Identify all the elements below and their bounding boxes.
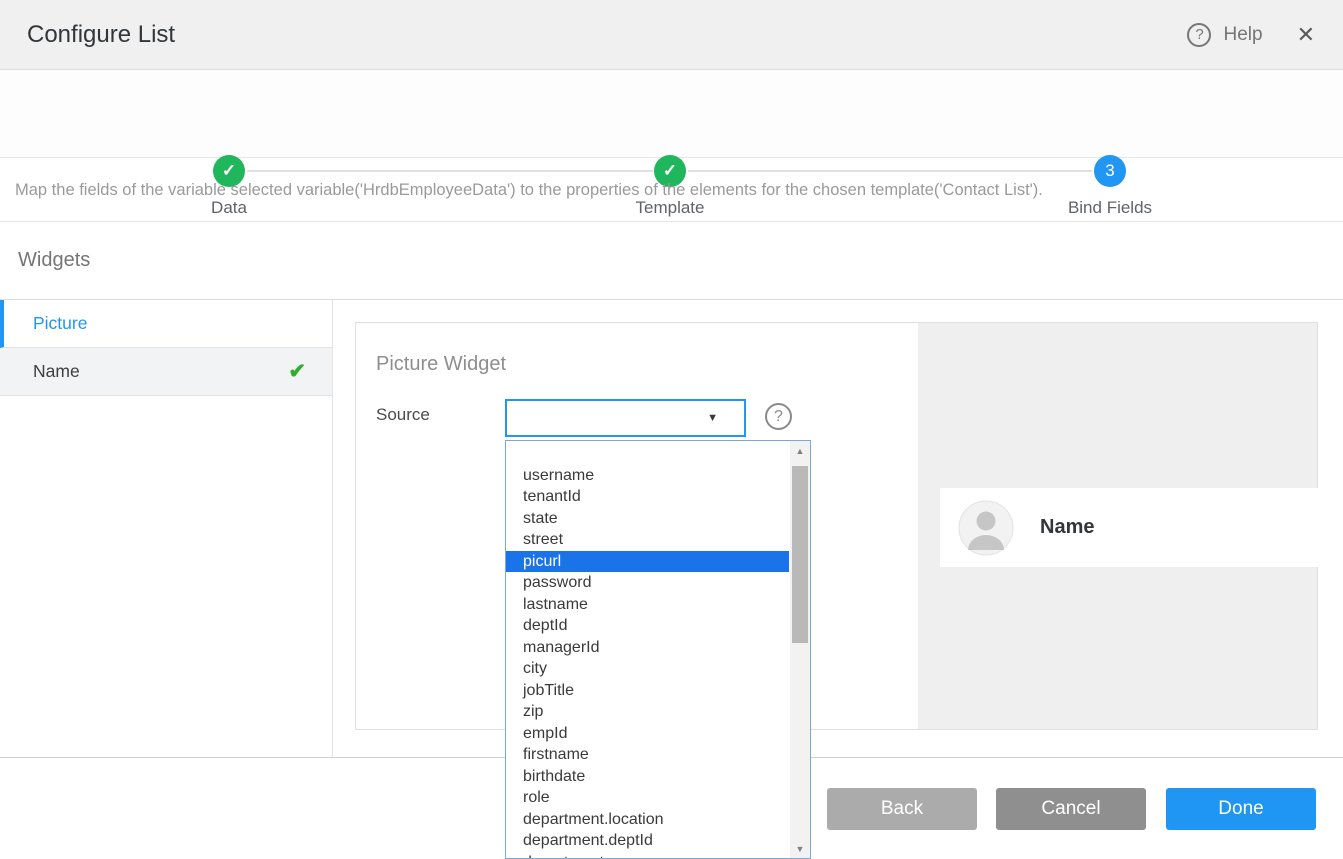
- dropdown-option[interactable]: lastname: [506, 594, 789, 616]
- dropdown-option[interactable]: role: [506, 787, 789, 809]
- source-select[interactable]: ▼: [505, 399, 746, 437]
- help-icon[interactable]: ?: [1187, 23, 1211, 47]
- check-icon: ✔: [288, 359, 306, 384]
- description-row: Map the fields of the variable selected …: [0, 159, 1343, 222]
- page-title: Configure List: [27, 21, 175, 49]
- preview-card-label: Name: [1040, 516, 1094, 539]
- dropdown-option[interactable]: picurl: [506, 551, 789, 573]
- chevron-down-icon: ▼: [707, 412, 718, 424]
- widget-list-item[interactable]: Name ✔: [0, 348, 332, 396]
- dropdown-option[interactable]: department.location: [506, 809, 789, 831]
- source-label: Source: [376, 405, 430, 425]
- dropdown-scrollbar[interactable]: ▲ ▼: [790, 441, 810, 858]
- panel-title: Picture Widget: [376, 353, 506, 376]
- back-button[interactable]: Back: [827, 788, 977, 830]
- avatar: [958, 500, 1014, 556]
- dropdown-option[interactable]: jobTitle: [506, 680, 789, 702]
- dropdown-option[interactable]: [506, 443, 789, 465]
- dropdown-option[interactable]: empId: [506, 723, 789, 745]
- dropdown-option[interactable]: zip: [506, 701, 789, 723]
- configure-list-dialog: Configure List ? Help ✕ ✓ Data ✓ Templat…: [0, 0, 1343, 859]
- wizard-stepper: ✓ Data ✓ Template 3 Bind Fields: [0, 70, 1343, 158]
- header-actions: ? Help ✕: [1187, 23, 1315, 47]
- widget-list-item[interactable]: Picture ✔: [0, 300, 332, 348]
- dropdown-option[interactable]: department.deptId: [506, 830, 789, 852]
- dialog-header: Configure List ? Help ✕: [0, 0, 1343, 70]
- source-dropdown-popup: usernametenantIdstatestreetpicurlpasswor…: [505, 440, 811, 859]
- dropdown-option[interactable]: department.name: [506, 852, 789, 859]
- widget-list: Picture ✔ Name ✔: [0, 300, 333, 757]
- dropdown-option[interactable]: deptId: [506, 615, 789, 637]
- widgets-title: Widgets: [18, 249, 90, 272]
- widget-item-label: Picture: [33, 313, 87, 334]
- dropdown-option[interactable]: birthdate: [506, 766, 789, 788]
- dropdown-options: usernametenantIdstatestreetpicurlpasswor…: [506, 443, 789, 859]
- dropdown-option[interactable]: city: [506, 658, 789, 680]
- scroll-up-icon[interactable]: ▲: [790, 442, 810, 459]
- dropdown-option[interactable]: firstname: [506, 744, 789, 766]
- dropdown-option[interactable]: tenantId: [506, 486, 789, 508]
- dropdown-option[interactable]: password: [506, 572, 789, 594]
- dropdown-option[interactable]: managerId: [506, 637, 789, 659]
- dropdown-option[interactable]: street: [506, 529, 789, 551]
- dropdown-option[interactable]: username: [506, 465, 789, 487]
- contact-list-preview-card: Name: [940, 488, 1318, 567]
- description-text: Map the fields of the variable selected …: [15, 181, 1043, 200]
- cancel-button[interactable]: Cancel: [996, 788, 1146, 830]
- scrollbar-thumb[interactable]: [792, 466, 808, 643]
- scroll-down-icon[interactable]: ▼: [790, 840, 810, 857]
- widgets-caption-row: Widgets: [0, 222, 1343, 300]
- source-help-icon[interactable]: ?: [765, 403, 792, 430]
- done-button[interactable]: Done: [1166, 788, 1316, 830]
- help-label[interactable]: Help: [1223, 24, 1262, 46]
- close-icon[interactable]: ✕: [1297, 24, 1315, 46]
- dropdown-option[interactable]: state: [506, 508, 789, 530]
- widget-item-label: Name: [33, 361, 80, 382]
